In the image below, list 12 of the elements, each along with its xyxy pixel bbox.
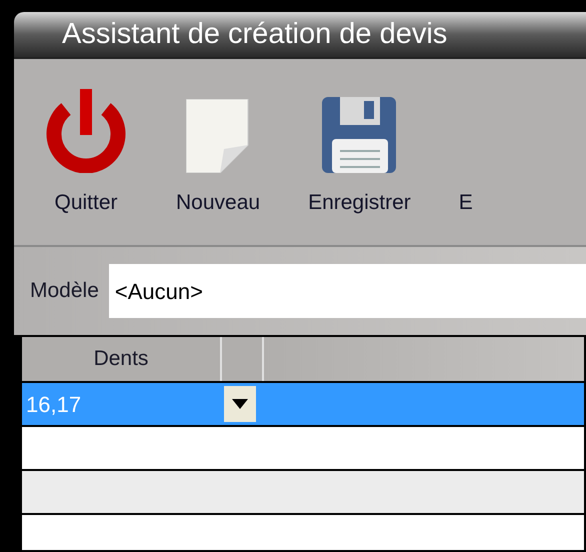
table-cell-text: 16,17 — [26, 390, 82, 418]
toolbar-button[interactable]: E — [452, 89, 479, 218]
toolbar-button[interactable]: Nouveau — [170, 89, 266, 218]
table-row[interactable] — [22, 471, 584, 515]
column-header[interactable]: Dents — [22, 337, 222, 381]
toolbar-button[interactable]: Quitter — [38, 89, 134, 218]
window-title: Assistant de création de devis — [62, 20, 448, 49]
toolbar-button[interactable]: Enregistrer — [302, 89, 417, 218]
blank-page-icon — [186, 99, 250, 173]
power-icon — [44, 89, 128, 173]
model-field[interactable]: <Aucun> — [108, 264, 586, 318]
model-label: Modèle — [30, 278, 99, 304]
